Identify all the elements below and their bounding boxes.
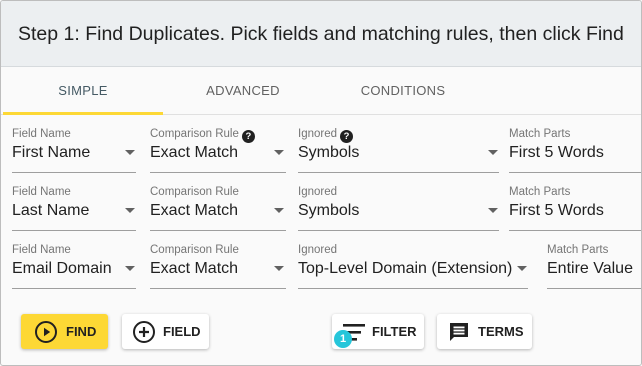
chevron-down-icon bbox=[274, 150, 284, 155]
comparison-rule-value: Exact Match bbox=[150, 260, 239, 277]
select-underline bbox=[150, 230, 286, 231]
find-button[interactable]: FIND bbox=[21, 314, 108, 349]
comparison-rule-select[interactable]: Comparison Rule? Exact Match bbox=[150, 128, 286, 174]
ignored-select[interactable]: Ignored Top-Level Domain (Extension) bbox=[298, 244, 528, 290]
field-name-label: Field Name bbox=[12, 186, 71, 198]
field-name-select[interactable]: Field Name Last Name bbox=[12, 186, 136, 232]
filter-button[interactable]: 1 FILTER bbox=[332, 314, 424, 349]
chevron-down-icon bbox=[125, 150, 135, 155]
tab-conditions[interactable]: CONDITIONS bbox=[323, 67, 483, 115]
find-button-label: FIND bbox=[66, 324, 97, 339]
add-field-button[interactable]: FIELD bbox=[122, 314, 209, 349]
step-title: Step 1: Find Duplicates. Pick fields and… bbox=[18, 23, 624, 45]
match-parts-label: Match Parts bbox=[509, 128, 571, 140]
field-name-label: Field Name bbox=[12, 128, 71, 140]
match-parts-value: Entire Value bbox=[547, 260, 633, 277]
match-parts-select[interactable]: Match Parts First 5 Words bbox=[509, 186, 641, 232]
ignored-value: Symbols bbox=[298, 202, 360, 219]
select-underline bbox=[12, 230, 136, 231]
add-circle-icon bbox=[133, 321, 155, 343]
comparison-rule-label: Comparison Rule? bbox=[150, 128, 255, 143]
tab-simple[interactable]: SIMPLE bbox=[3, 67, 163, 115]
comparison-rule-select[interactable]: Comparison Rule Exact Match bbox=[150, 244, 286, 290]
find-duplicates-panel: Step 1: Find Duplicates. Pick fields and… bbox=[0, 0, 642, 366]
select-underline bbox=[547, 288, 641, 289]
select-underline bbox=[150, 172, 286, 173]
tab-bar: SIMPLE ADVANCED CONDITIONS bbox=[1, 67, 641, 115]
comparison-rule-value: Exact Match bbox=[150, 144, 239, 161]
match-parts-value: First 5 Words bbox=[509, 144, 604, 161]
step-header: Step 1: Find Duplicates. Pick fields and… bbox=[1, 1, 641, 67]
field-name-value: First Name bbox=[12, 144, 91, 161]
ignored-value: Top-Level Domain (Extension) bbox=[298, 260, 513, 277]
select-underline bbox=[150, 288, 286, 289]
select-underline bbox=[298, 230, 499, 231]
match-parts-label: Match Parts bbox=[547, 244, 609, 256]
chevron-down-icon bbox=[125, 266, 135, 271]
active-tab-indicator bbox=[3, 112, 163, 115]
terms-button-label: TERMS bbox=[478, 324, 524, 339]
select-underline bbox=[298, 172, 499, 173]
field-name-value: Email Domain bbox=[12, 260, 112, 277]
select-underline bbox=[509, 172, 641, 173]
filter-button-label: FILTER bbox=[372, 324, 417, 339]
field-name-select[interactable]: Field Name First Name bbox=[12, 128, 136, 174]
filter-count-badge: 1 bbox=[334, 330, 352, 348]
match-parts-select[interactable]: Match Parts Entire Value bbox=[547, 244, 641, 290]
ignored-label: Ignored bbox=[298, 244, 338, 256]
chevron-down-icon bbox=[488, 150, 498, 155]
field-name-label: Field Name bbox=[12, 244, 71, 256]
message-icon bbox=[450, 323, 468, 341]
field-name-value: Last Name bbox=[12, 202, 90, 219]
select-underline bbox=[509, 230, 641, 231]
chevron-down-icon bbox=[274, 266, 284, 271]
ignored-select[interactable]: Ignored? Symbols bbox=[298, 128, 499, 174]
match-parts-value: First 5 Words bbox=[509, 202, 604, 219]
select-underline bbox=[12, 172, 136, 173]
chevron-down-icon bbox=[517, 266, 527, 271]
terms-button[interactable]: TERMS bbox=[437, 314, 532, 349]
help-icon[interactable]: ? bbox=[340, 130, 354, 143]
match-parts-select[interactable]: Match Parts First 5 Words bbox=[509, 128, 641, 174]
help-icon[interactable]: ? bbox=[241, 130, 255, 143]
chevron-down-icon bbox=[274, 208, 284, 213]
comparison-rule-select[interactable]: Comparison Rule Exact Match bbox=[150, 186, 286, 232]
chevron-down-icon bbox=[125, 208, 135, 213]
ignored-select[interactable]: Ignored Symbols bbox=[298, 186, 499, 232]
comparison-rule-label: Comparison Rule bbox=[150, 244, 239, 256]
ignored-value: Symbols bbox=[298, 144, 360, 161]
match-parts-label: Match Parts bbox=[509, 186, 571, 198]
add-field-button-label: FIELD bbox=[163, 324, 201, 339]
comparison-rule-value: Exact Match bbox=[150, 202, 239, 219]
play-circle-icon bbox=[35, 321, 57, 343]
select-underline bbox=[12, 288, 136, 289]
ignored-label: Ignored? bbox=[298, 128, 354, 143]
field-name-select[interactable]: Field Name Email Domain bbox=[12, 244, 136, 290]
ignored-label: Ignored bbox=[298, 186, 338, 198]
comparison-rule-label: Comparison Rule bbox=[150, 186, 239, 198]
select-underline bbox=[298, 288, 528, 289]
tab-advanced[interactable]: ADVANCED bbox=[163, 67, 323, 115]
chevron-down-icon bbox=[488, 208, 498, 213]
